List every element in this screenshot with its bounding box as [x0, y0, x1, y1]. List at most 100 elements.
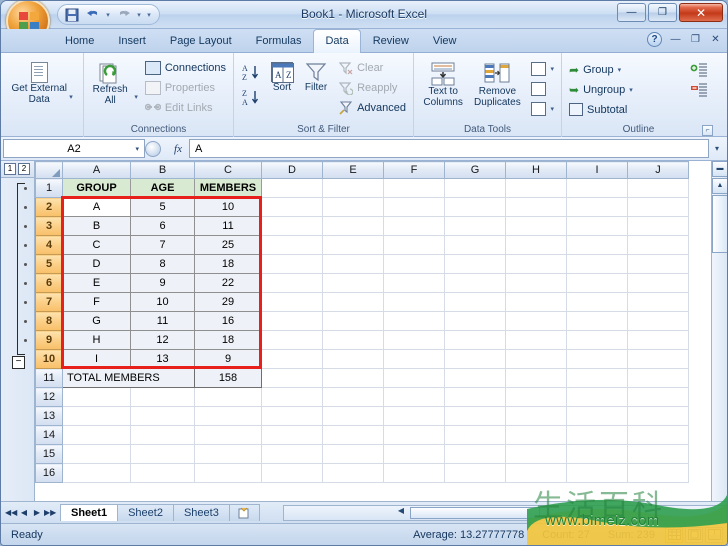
cell-a4[interactable]: C	[62, 235, 131, 255]
outline-dialog-launcher[interactable]: ⌐	[702, 125, 713, 136]
cell-b14[interactable]	[130, 425, 195, 445]
cell-j6[interactable]	[627, 273, 689, 293]
cell-j15[interactable]	[627, 444, 689, 464]
view-page-layout-button[interactable]	[685, 526, 703, 543]
cell-c4[interactable]: 25	[194, 235, 262, 255]
cell-i10[interactable]	[566, 349, 628, 369]
cell-d13[interactable]	[261, 406, 323, 426]
cell-d5[interactable]	[261, 254, 323, 274]
cell-g7[interactable]	[444, 292, 506, 312]
cell-a2[interactable]: A	[62, 197, 131, 217]
cell-a3[interactable]: B	[62, 216, 131, 236]
cell-a1[interactable]: GROUP	[62, 178, 131, 198]
cell-c3[interactable]: 11	[194, 216, 262, 236]
cell-j2[interactable]	[627, 197, 689, 217]
cell-h14[interactable]	[505, 425, 567, 445]
cell-i15[interactable]	[566, 444, 628, 464]
cell-a12[interactable]	[62, 387, 131, 407]
cell-e10[interactable]	[322, 349, 384, 369]
cell-a6[interactable]: E	[62, 273, 131, 293]
column-header-f[interactable]: F	[383, 161, 445, 179]
cell-b9[interactable]: 12	[130, 330, 195, 350]
cell-f15[interactable]	[383, 444, 445, 464]
cell-b7[interactable]: 10	[130, 292, 195, 312]
cell-i14[interactable]	[566, 425, 628, 445]
vertical-scrollbar[interactable]: ▬ ▲	[711, 161, 727, 501]
cell-d12[interactable]	[261, 387, 323, 407]
cell-b8[interactable]: 11	[130, 311, 195, 331]
cell-i8[interactable]	[566, 311, 628, 331]
get-external-data-button[interactable]: Get External Data	[11, 58, 67, 105]
cell-f11[interactable]	[383, 368, 445, 388]
cell-f2[interactable]	[383, 197, 445, 217]
cell-a15[interactable]	[62, 444, 131, 464]
cell-h5[interactable]	[505, 254, 567, 274]
cell-i7[interactable]	[566, 292, 628, 312]
row-header-5[interactable]: 5	[35, 254, 63, 274]
cell-e8[interactable]	[322, 311, 384, 331]
cell-d2[interactable]	[261, 197, 323, 217]
cell-h8[interactable]	[505, 311, 567, 331]
nav-next-sheet-button[interactable]: ▶	[31, 508, 43, 517]
cell-j13[interactable]	[627, 406, 689, 426]
nav-last-sheet-button[interactable]: ▶▶	[44, 508, 56, 517]
cell-d6[interactable]	[261, 273, 323, 293]
cell-h4[interactable]	[505, 235, 567, 255]
cell-h16[interactable]	[505, 463, 567, 483]
group-button[interactable]: ➦ Group ▾	[566, 60, 685, 79]
cell-a5[interactable]: D	[62, 254, 131, 274]
cell-c5[interactable]: 18	[194, 254, 262, 274]
doc-close-button[interactable]: ✕	[709, 34, 722, 45]
column-header-j[interactable]: J	[627, 161, 689, 179]
data-validation-button[interactable]: ▾	[528, 59, 557, 78]
formula-input[interactable]: A	[189, 139, 709, 158]
cell-b15[interactable]	[130, 444, 195, 464]
cell-h11[interactable]	[505, 368, 567, 388]
vertical-scroll-thumb[interactable]	[712, 195, 727, 253]
refresh-all-button[interactable]: Refresh All	[88, 58, 132, 106]
row-header-13[interactable]: 13	[35, 406, 63, 426]
row-header-12[interactable]: 12	[35, 387, 63, 407]
cell-i9[interactable]	[566, 330, 628, 350]
cell-b13[interactable]	[130, 406, 195, 426]
cell-f6[interactable]	[383, 273, 445, 293]
filter-button[interactable]: Filter	[300, 58, 332, 93]
cell-e15[interactable]	[322, 444, 384, 464]
cell-b16[interactable]	[130, 463, 195, 483]
doc-restore-button[interactable]: ❐	[689, 34, 702, 45]
cell-g2[interactable]	[444, 197, 506, 217]
sort-ascending-button[interactable]: A Z	[238, 60, 264, 84]
tab-insert[interactable]: Insert	[106, 29, 158, 52]
cell-h9[interactable]	[505, 330, 567, 350]
column-header-h[interactable]: H	[505, 161, 567, 179]
cell-g8[interactable]	[444, 311, 506, 331]
clear-filter-button[interactable]: Clear	[336, 58, 409, 77]
cell-e7[interactable]	[322, 292, 384, 312]
row-header-3[interactable]: 3	[35, 216, 63, 236]
row-header-6[interactable]: 6	[35, 273, 63, 293]
cell-j3[interactable]	[627, 216, 689, 236]
cell-c1[interactable]: MEMBERS	[194, 178, 262, 198]
cell-b6[interactable]: 9	[130, 273, 195, 293]
cell-a8[interactable]: G	[62, 311, 131, 331]
advanced-filter-button[interactable]: Advanced	[336, 98, 409, 117]
cell-g6[interactable]	[444, 273, 506, 293]
column-header-d[interactable]: D	[261, 161, 323, 179]
doc-minimize-button[interactable]: —	[669, 34, 682, 45]
cell-b4[interactable]: 7	[130, 235, 195, 255]
cell-i4[interactable]	[566, 235, 628, 255]
cell-a9[interactable]: H	[62, 330, 131, 350]
properties-button[interactable]: Properties	[142, 78, 229, 97]
tab-data[interactable]: Data	[313, 29, 361, 53]
cell-d3[interactable]	[261, 216, 323, 236]
cell-g5[interactable]	[444, 254, 506, 274]
window-restore-button[interactable]: ❐	[648, 3, 677, 22]
sort-button[interactable]: A Z Sort	[266, 58, 298, 93]
edit-links-button[interactable]: Edit Links	[142, 98, 229, 117]
cell-i11[interactable]	[566, 368, 628, 388]
refresh-all-dropdown[interactable]: ▾	[134, 93, 138, 123]
cell-i2[interactable]	[566, 197, 628, 217]
cell-g9[interactable]	[444, 330, 506, 350]
cell-g16[interactable]	[444, 463, 506, 483]
cell-d7[interactable]	[261, 292, 323, 312]
